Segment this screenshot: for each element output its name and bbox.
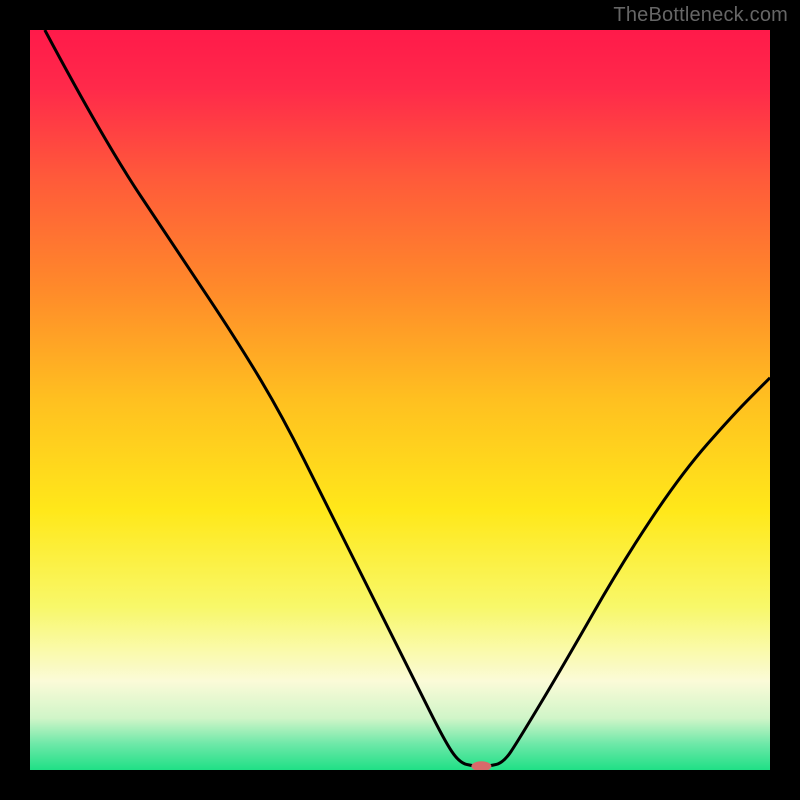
watermark-text: TheBottleneck.com <box>613 4 788 27</box>
gradient-background <box>30 30 770 770</box>
bottleneck-chart <box>30 30 770 770</box>
chart-plot-area <box>30 30 770 770</box>
